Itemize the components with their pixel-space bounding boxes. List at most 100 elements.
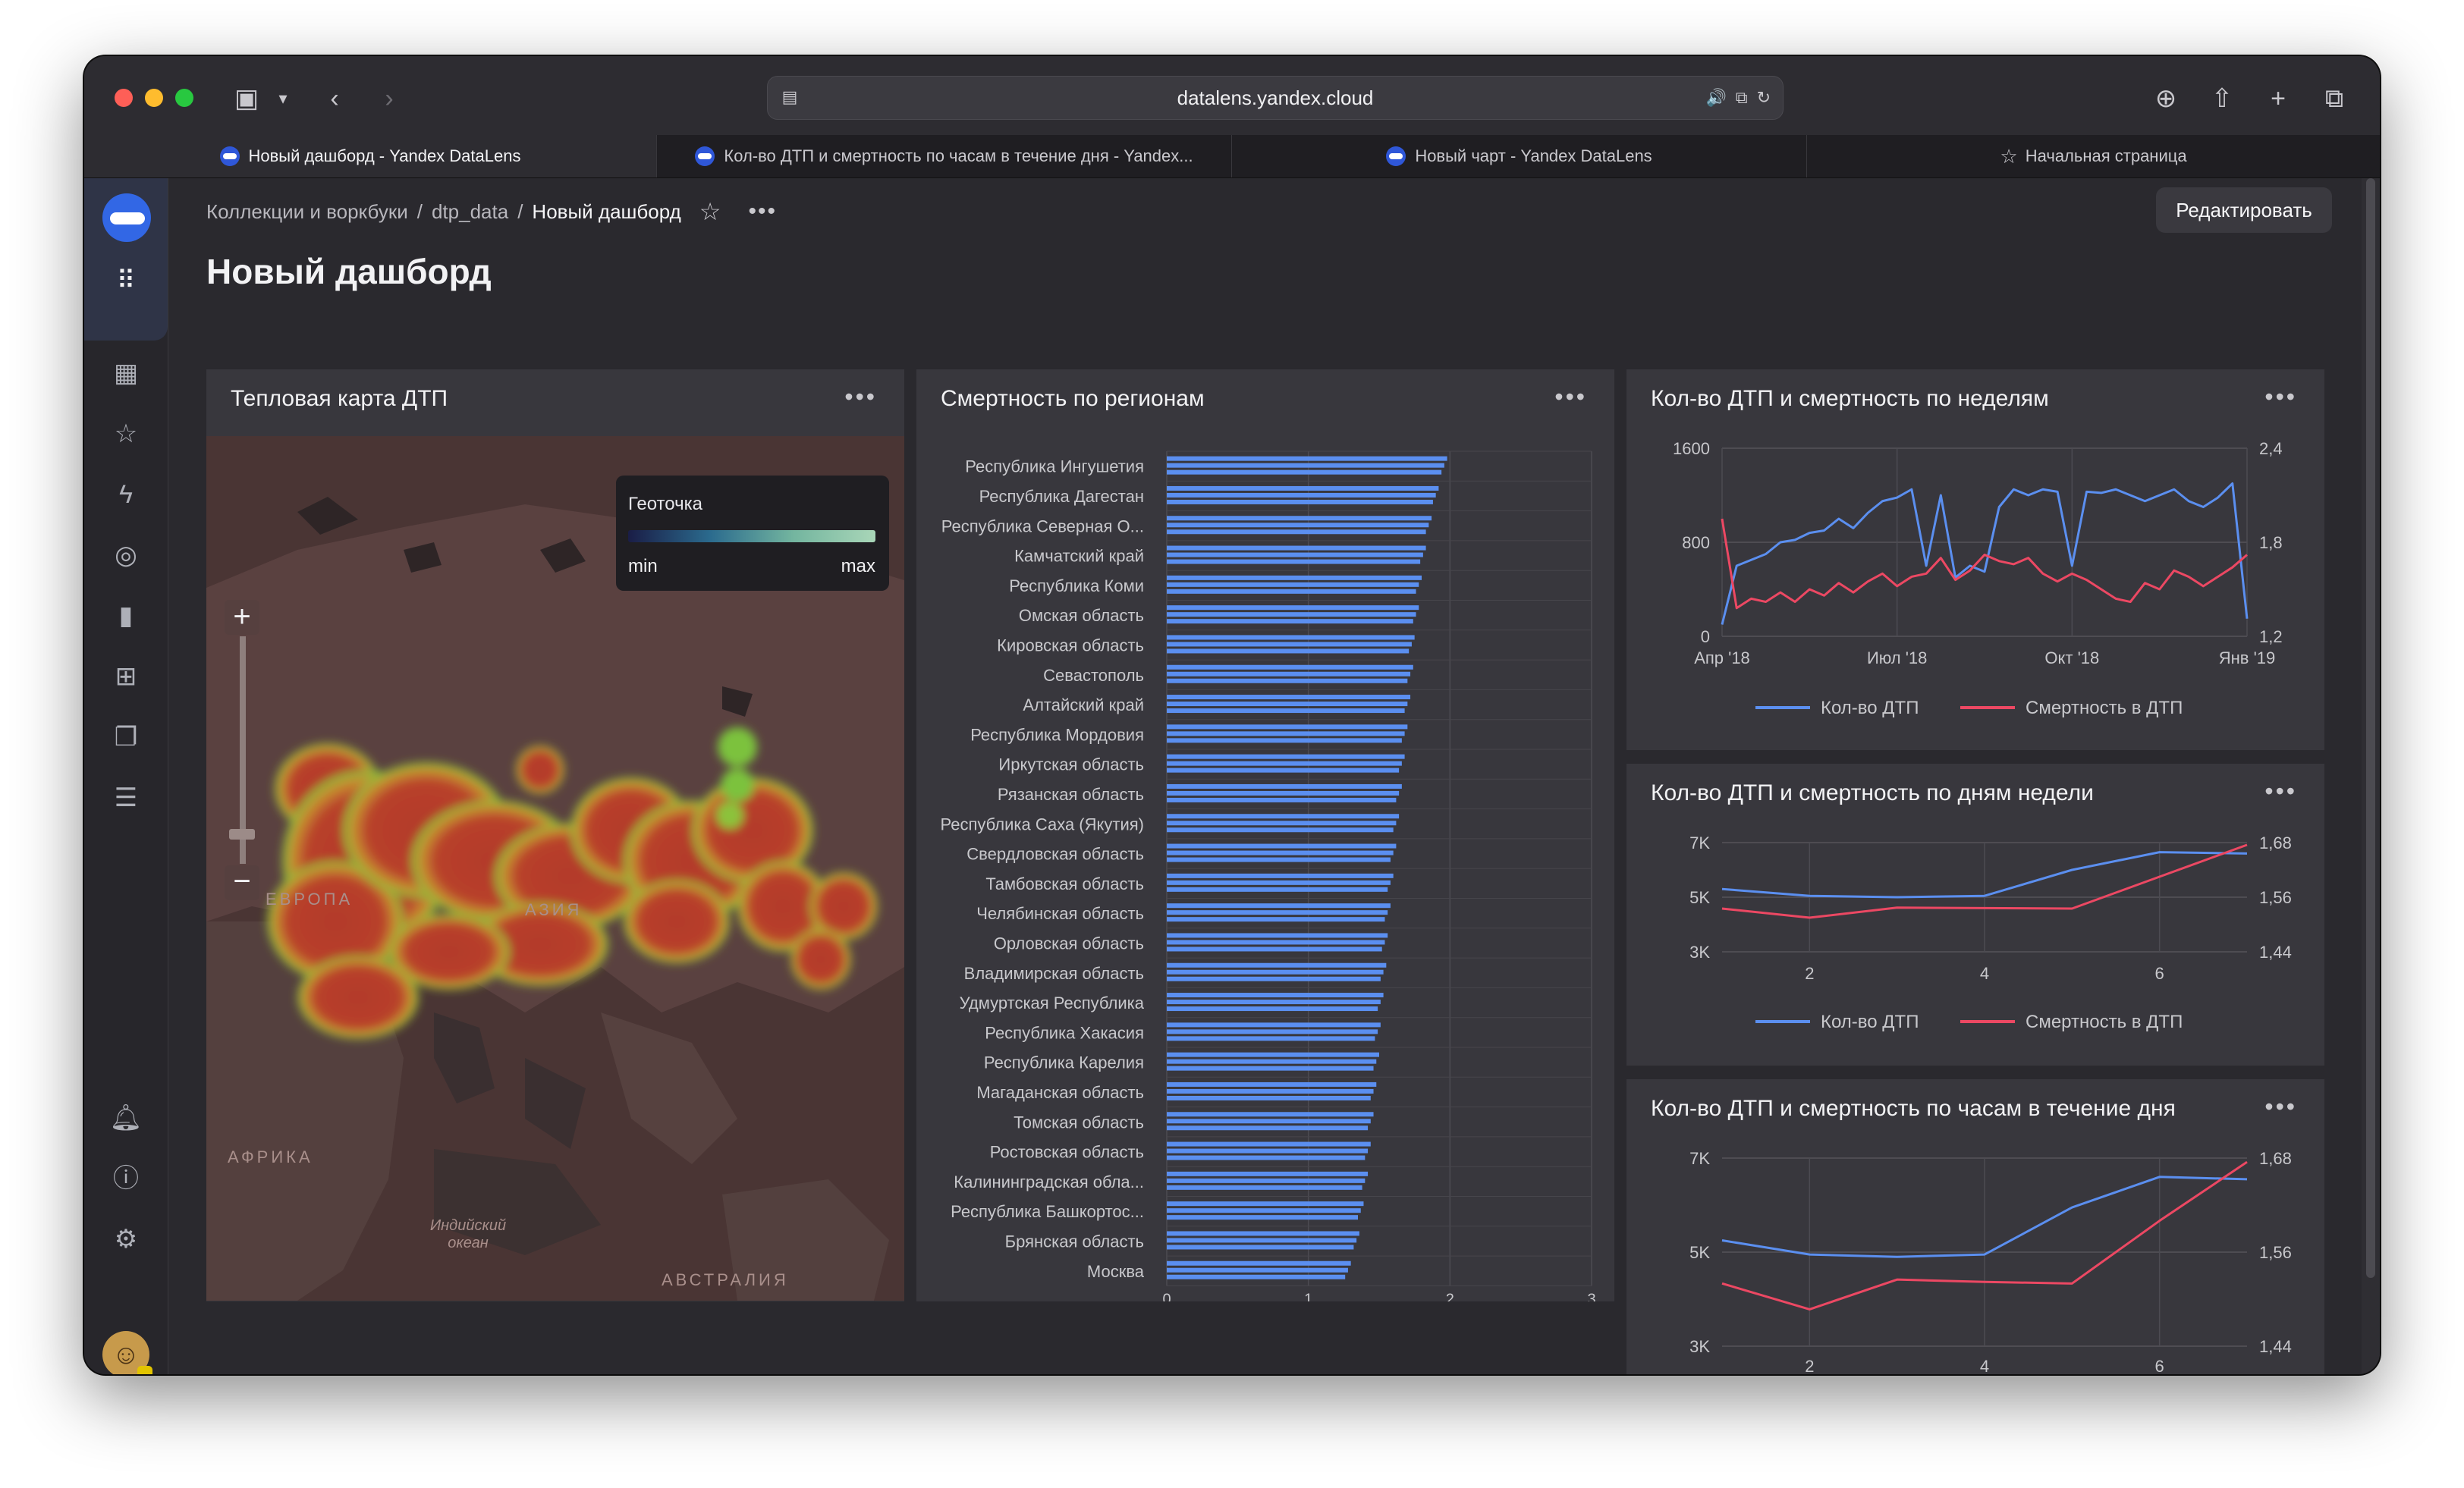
y-tick-label: 1600	[1673, 439, 1710, 458]
bar-category-label: Кировская область	[997, 636, 1144, 655]
bar	[1167, 702, 1408, 707]
bar-chart[interactable]: 0 1 2 3 Республика Ингушетия Республика Дагес…	[916, 369, 1614, 1301]
bar	[1167, 1066, 1374, 1071]
weekly-chart-widget: Кол-во ДТП и смертность по неделям ••• 0…	[1626, 369, 2324, 750]
more-options-icon[interactable]: •••	[748, 199, 777, 224]
tab-start-page[interactable]: ☆ Начальная страница	[1806, 135, 2380, 177]
dashboard-main: Коллекции и воркбуки / dtp_data / Новый …	[168, 178, 2380, 1374]
bar	[1167, 1095, 1371, 1100]
hour-line-chart[interactable]: 3K5K7K1,441,561,68246Кол-во ДТПСмертност…	[1626, 1079, 2324, 1374]
dashboards-icon[interactable]: ▦	[107, 354, 145, 392]
bar	[1167, 910, 1388, 915]
zoom-out-button[interactable]: −	[225, 865, 259, 900]
map-canvas[interactable]: Геоточка min max + − ЕВРОПА АЗИЯ АФРИКА …	[206, 436, 904, 1301]
bar	[1167, 1081, 1377, 1087]
bar	[1167, 664, 1413, 670]
edit-button[interactable]: Редактировать	[2156, 187, 2332, 233]
y2-tick-label: 1,56	[2259, 1243, 2292, 1262]
dow-line-chart[interactable]: 3K 5K 7K 1,44 1,56 1,68 2 4 6 Кол-во ДТП Смертност…	[1626, 764, 2324, 1066]
bar	[1167, 1059, 1377, 1064]
bar	[1167, 1112, 1374, 1117]
connections-icon[interactable]: ◎	[107, 536, 145, 574]
bar	[1167, 1238, 1357, 1243]
bar	[1167, 1022, 1381, 1028]
help-icon[interactable]: ⓘ	[107, 1160, 145, 1198]
bar-category-label: Рязанская область	[998, 785, 1144, 804]
bar	[1167, 708, 1405, 714]
weekly-line-chart[interactable]: 0 800 1600 1,2 1,8 2,4 Апр '18 Июл '18 Окт '18 Ян…	[1626, 369, 2324, 750]
bar	[1167, 605, 1419, 611]
widget-menu-icon[interactable]: •••	[844, 383, 877, 411]
datasets-icon[interactable]: ⊞	[107, 658, 145, 695]
x-tick-label: 6	[2155, 964, 2164, 983]
tab-chart-hours[interactable]: Кол-во ДТП и смертность по часам в течен…	[656, 135, 1231, 177]
bar	[1167, 827, 1394, 833]
gear-icon[interactable]: ⚙	[107, 1220, 145, 1258]
scrollbar-thumb[interactable]	[2366, 178, 2375, 1278]
collections-icon[interactable]: ❐	[107, 718, 145, 756]
zoom-slider-handle[interactable]	[229, 829, 255, 840]
bar-category-label: Алтайский край	[1023, 695, 1144, 714]
bar-category-label: Камчатский край	[1014, 547, 1144, 566]
bar-category-label: Омская область	[1019, 606, 1144, 625]
bar	[1167, 933, 1388, 938]
chevron-down-icon[interactable]: ▾	[262, 77, 304, 120]
bar	[1167, 768, 1400, 773]
browser-window: ▣ ▾ ‹ › ▤ datalens.yandex.cloud 🔊 ⧉ ↻ ⊕ …	[84, 56, 2380, 1374]
tab-label: Начальная страница	[2025, 146, 2187, 165]
bar	[1167, 976, 1381, 981]
bar-category-label: Республика Северная О...	[941, 516, 1144, 535]
tab-new-dashboard[interactable]: Новый дашборд - Yandex DataLens	[84, 135, 656, 177]
tab-overview-icon[interactable]: ⧉	[2313, 77, 2356, 120]
new-tab-icon[interactable]: +	[2257, 77, 2299, 120]
bar	[1167, 1260, 1351, 1266]
back-icon[interactable]: ‹	[313, 77, 356, 120]
tab-label: Новый чарт - Yandex DataLens	[1415, 146, 1652, 165]
x-tick-label: Апр '18	[1694, 648, 1750, 667]
downloads-icon[interactable]: ⊕	[2145, 77, 2187, 120]
widget-title: Тепловая карта ДТП	[231, 386, 448, 411]
share-icon[interactable]: ⇧	[2201, 77, 2243, 120]
bar	[1167, 1215, 1358, 1220]
datalens-logo[interactable]	[102, 193, 151, 242]
bar	[1167, 761, 1402, 766]
bell-icon[interactable]: 🔔︎	[107, 1099, 145, 1137]
bar	[1167, 1208, 1361, 1213]
bar-category-label: Республика Саха (Якутия)	[941, 815, 1144, 833]
bar	[1167, 1006, 1378, 1012]
map-label-asia: АЗИЯ	[525, 900, 583, 919]
tab-new-chart[interactable]: Новый чарт - Yandex DataLens	[1231, 135, 1806, 177]
x-tick-label: 4	[1980, 1357, 1989, 1374]
minimize-window-button[interactable]	[145, 89, 163, 107]
lightning-icon[interactable]: ϟ	[107, 476, 145, 513]
breadcrumb-folder[interactable]: dtp_data	[432, 200, 508, 224]
bar-category-label: Свердловская область	[966, 845, 1144, 864]
breadcrumb-collections[interactable]: Коллекции и воркбуки	[206, 200, 408, 224]
settings-sliders-icon[interactable]: ☰	[107, 779, 145, 817]
apps-grid-icon[interactable]: ⠿	[107, 262, 145, 300]
bar	[1167, 492, 1436, 498]
bar	[1167, 619, 1413, 624]
bar	[1167, 575, 1422, 580]
bar-category-label: Томская область	[1014, 1113, 1144, 1132]
bar	[1167, 724, 1408, 730]
url-text: datalens.yandex.cloud	[1177, 86, 1374, 109]
charts-icon[interactable]: ▮	[107, 597, 145, 635]
address-bar[interactable]: ▤ datalens.yandex.cloud 🔊 ⧉ ↻	[767, 76, 1784, 120]
bar	[1167, 993, 1384, 998]
zoom-in-button[interactable]: +	[225, 600, 259, 635]
forward-icon[interactable]: ›	[368, 77, 410, 120]
scrollbar[interactable]	[2362, 178, 2380, 1374]
bar	[1167, 1119, 1371, 1124]
zoom-window-button[interactable]	[175, 89, 193, 107]
speaker-icon[interactable]: 🔊	[1705, 88, 1726, 108]
bar-x-tick-label: 3	[1587, 1291, 1595, 1301]
bar	[1167, 1274, 1346, 1279]
legend-gradient	[628, 530, 875, 542]
reload-icon[interactable]: ↻	[1757, 88, 1771, 108]
close-window-button[interactable]	[115, 89, 133, 107]
favorite-star-icon[interactable]: ☆	[699, 197, 721, 226]
translate-icon[interactable]: ⧉	[1736, 88, 1748, 108]
favorites-star-icon[interactable]: ☆	[107, 415, 145, 453]
y2-tick-label: 1,44	[2259, 943, 2292, 962]
